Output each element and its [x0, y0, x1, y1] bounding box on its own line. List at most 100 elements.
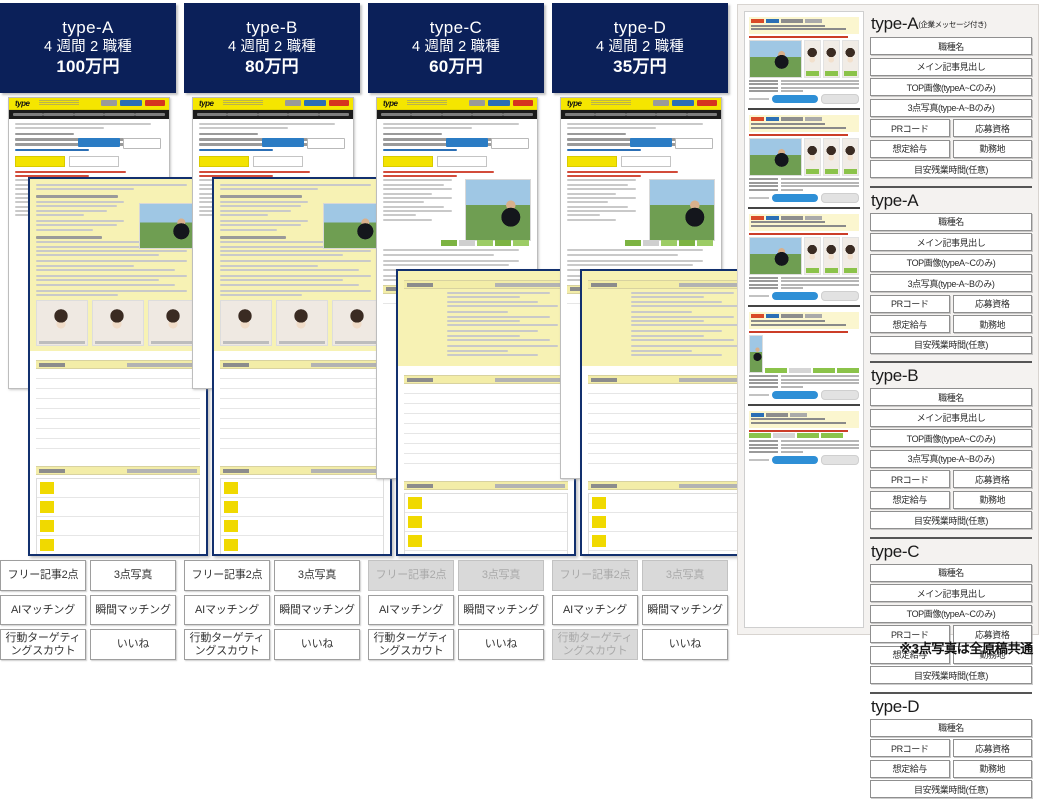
job-openings-list[interactable]: [220, 478, 384, 554]
tab-apply[interactable]: [621, 155, 671, 167]
legend-field: 目安残業時間(任意): [870, 160, 1032, 178]
job-openings-list[interactable]: [404, 493, 568, 554]
content-tabs[interactable]: [567, 155, 715, 167]
thumbnail-card-type-c[interactable]: [748, 310, 860, 406]
company-profile-section: [398, 472, 574, 554]
apply-button[interactable]: [772, 455, 818, 464]
content-tabs[interactable]: [15, 155, 163, 167]
secondary-button[interactable]: [821, 389, 859, 400]
thumbnail-card-type-d[interactable]: [748, 409, 860, 469]
article-detail-overlay[interactable]: [28, 177, 208, 556]
secondary-button[interactable]: [821, 192, 859, 203]
tab-apply[interactable]: [253, 155, 303, 167]
card-footer[interactable]: [749, 389, 859, 400]
thumbnail-card-type-a-1[interactable]: [748, 15, 860, 111]
save-button[interactable]: [123, 138, 161, 149]
nav-item: [686, 113, 718, 116]
card-footer[interactable]: [749, 454, 859, 465]
secondary-button[interactable]: [821, 94, 859, 105]
legend-field: 想定給与: [870, 759, 950, 778]
feature-box[interactable]: フリー記事2点: [184, 560, 270, 591]
breadcrumb: [199, 123, 336, 125]
tab-apply[interactable]: [69, 155, 119, 167]
tab-job-info[interactable]: [383, 155, 433, 167]
header-link-pill: [653, 100, 669, 106]
plan-price-label: 100万円: [56, 57, 120, 77]
photo-item: [822, 39, 840, 78]
apply-button[interactable]: [262, 138, 304, 147]
article-detail-overlay[interactable]: [580, 269, 760, 556]
job-openings-list[interactable]: [36, 478, 200, 554]
detail-row: [749, 375, 859, 378]
feature-box[interactable]: フリー記事2点: [0, 560, 86, 591]
company-message-line: [749, 35, 848, 38]
secondary-button[interactable]: [821, 454, 859, 465]
feature-box[interactable]: 瞬間マッチング: [458, 594, 544, 626]
feature-box[interactable]: 行動ターゲティングスカウト: [184, 629, 270, 661]
detail-row: [749, 83, 859, 86]
slide-root: type-A 4 週間 2 職種 100万円 type-B 4 週間 2 職種 …: [0, 0, 1042, 798]
plan-duration-label: 4 週間 2 職種: [411, 38, 500, 55]
tab-apply[interactable]: [437, 155, 487, 167]
thumbnail-card-type-a-2[interactable]: [748, 113, 860, 209]
thumbnail-card-type-b[interactable]: [748, 212, 860, 308]
secondary-button[interactable]: [821, 291, 859, 302]
tab-job-info[interactable]: [199, 155, 249, 167]
content-tabs[interactable]: [199, 155, 347, 167]
apply-button[interactable]: [78, 138, 120, 147]
apply-button-group[interactable]: [78, 138, 161, 149]
nav-item: [227, 113, 258, 116]
apply-button-group[interactable]: [630, 138, 713, 149]
feature-box[interactable]: AIマッチング: [368, 594, 454, 626]
card-footer[interactable]: [749, 192, 859, 203]
benefit-tag: [813, 368, 835, 374]
tab-job-info[interactable]: [567, 155, 617, 167]
apply-button[interactable]: [772, 390, 818, 399]
feature-box[interactable]: 瞬間マッチング: [274, 594, 360, 626]
feature-box[interactable]: 瞬間マッチング: [90, 594, 176, 626]
media-row: [749, 236, 860, 275]
feature-box[interactable]: 行動ターゲティングスカウト: [0, 629, 86, 661]
save-button[interactable]: [675, 138, 713, 149]
feature-box[interactable]: AIマッチング: [552, 594, 638, 626]
free-article-section: [582, 271, 758, 367]
save-button[interactable]: [307, 138, 345, 149]
article-detail-overlay[interactable]: [396, 269, 576, 556]
job-openings-list[interactable]: [588, 493, 752, 554]
price-card-type-c[interactable]: type-C 4 週間 2 職種 60万円: [368, 3, 544, 93]
nav-item: [13, 113, 44, 116]
apply-button[interactable]: [630, 138, 672, 147]
feature-box[interactable]: 行動ターゲティングスカウト: [368, 629, 454, 661]
apply-button-group[interactable]: [446, 138, 529, 149]
feature-box[interactable]: いいね: [274, 629, 360, 661]
article-detail-overlay[interactable]: [212, 177, 392, 556]
legend-field: 想定給与: [870, 315, 950, 333]
feature-box[interactable]: AIマッチング: [0, 594, 86, 626]
feature-box[interactable]: いいね: [458, 629, 544, 661]
feature-box[interactable]: いいね: [642, 629, 728, 661]
legend-field: PRコード: [870, 470, 950, 488]
tab-job-info[interactable]: [15, 155, 65, 167]
photo-item: [803, 39, 821, 78]
feature-box[interactable]: 3点写真: [90, 560, 176, 591]
price-card-type-a[interactable]: type-A 4 週間 2 職種 100万円: [0, 3, 176, 93]
detail-row: [749, 385, 859, 388]
card-footer[interactable]: [749, 291, 859, 302]
detail-row: [749, 447, 859, 450]
content-tabs[interactable]: [383, 155, 531, 167]
feature-box[interactable]: 3点写真: [274, 560, 360, 591]
feature-box[interactable]: AIマッチング: [184, 594, 270, 626]
price-card-type-b[interactable]: type-B 4 週間 2 職種 80万円: [184, 3, 360, 93]
card-footer[interactable]: [749, 94, 859, 105]
price-card-type-d[interactable]: type-D 4 週間 2 職種 35万円: [552, 3, 728, 93]
apply-button[interactable]: [772, 193, 818, 202]
apply-button[interactable]: [772, 292, 818, 301]
apply-button-group[interactable]: [262, 138, 345, 149]
benefit-tag-row: [625, 240, 713, 247]
apply-button[interactable]: [772, 95, 818, 104]
feature-box[interactable]: いいね: [90, 629, 176, 661]
save-button[interactable]: [491, 138, 529, 149]
feature-box[interactable]: 瞬間マッチング: [642, 594, 728, 626]
apply-button[interactable]: [446, 138, 488, 147]
legend-field: TOP画像(typeA~Cのみ): [870, 604, 1032, 623]
